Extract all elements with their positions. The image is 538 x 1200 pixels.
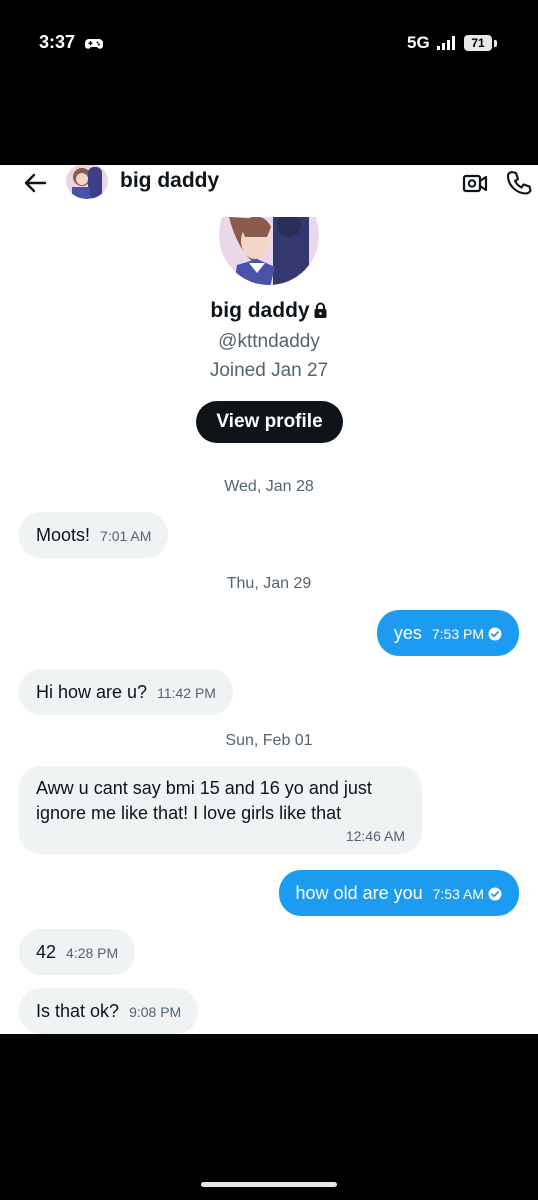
message-text: Hi how are u?	[36, 682, 148, 702]
profile-avatar[interactable]	[219, 217, 319, 285]
home-indicator[interactable]	[201, 1182, 337, 1187]
video-call-icon[interactable]	[461, 169, 489, 197]
sent-check-icon	[488, 872, 502, 918]
profile-name: big daddy	[0, 299, 538, 325]
game-controller-icon	[85, 37, 103, 56]
message-bubble[interactable]: Moots! 7:01 AM	[19, 512, 169, 558]
message-time: 7:01 AM	[100, 528, 152, 544]
message-time: 9:08 PM	[129, 1004, 182, 1020]
date-separator: Sun, Feb 01	[225, 732, 313, 749]
status-time: 3:37	[39, 32, 76, 52]
message-bubble[interactable]: Hi how are u? 11:42 PM	[19, 669, 233, 715]
view-profile-button[interactable]: View profile	[196, 401, 343, 443]
message-text: how old are you	[295, 883, 423, 903]
message-time: 11:42 PM	[157, 685, 216, 701]
profile-name-text: big daddy	[210, 299, 310, 322]
battery-level: 71	[464, 35, 492, 51]
message-text: Aww u cant say bmi 15 and 16 yo and just…	[36, 778, 372, 823]
back-arrow-icon[interactable]	[21, 169, 49, 197]
profile-handle: @kttndaddy	[218, 331, 320, 352]
message-text: Moots!	[36, 525, 91, 545]
avatar[interactable]	[66, 165, 108, 199]
message-time: 7:53 PM	[431, 626, 484, 642]
signal-icon	[437, 36, 459, 55]
battery-icon	[494, 40, 497, 47]
status-bar: 3:37 5G 71	[0, 0, 538, 165]
message-text: 42	[36, 942, 57, 962]
profile-joined-date: Joined Jan 27	[209, 360, 329, 381]
dm-conversation: big daddy big daddy @kttndaddy Joined Ja…	[0, 165, 538, 1034]
message-bubble[interactable]: Is that ok? 9:08 PM	[19, 988, 199, 1034]
conversation-title[interactable]: big daddy	[120, 169, 219, 193]
lock-icon	[313, 301, 328, 325]
sent-check-icon	[488, 612, 502, 658]
network-type: 5G	[407, 33, 430, 52]
date-separator: Thu, Jan 29	[226, 575, 312, 592]
date-separator: Wed, Jan 28	[224, 478, 314, 495]
message-bubble[interactable]: Aww u cant say bmi 15 and 16 yo and just…	[19, 766, 422, 854]
message-bubble[interactable]: yes 7:53 PM	[376, 610, 519, 658]
message-time: 7:53 AM	[432, 886, 484, 902]
message-text: yes	[393, 623, 422, 643]
message-text: Is that ok?	[36, 1001, 120, 1021]
phone-icon[interactable]	[505, 168, 533, 196]
message-bubble[interactable]: 42 4:28 PM	[19, 929, 136, 975]
system-nav-bar	[0, 1034, 538, 1200]
conversation-header: big daddy	[0, 165, 538, 199]
message-bubble[interactable]: how old are you 7:53 AM	[278, 870, 519, 918]
message-time: 4:28 PM	[66, 945, 119, 961]
message-time: 12:46 AM	[345, 828, 405, 844]
